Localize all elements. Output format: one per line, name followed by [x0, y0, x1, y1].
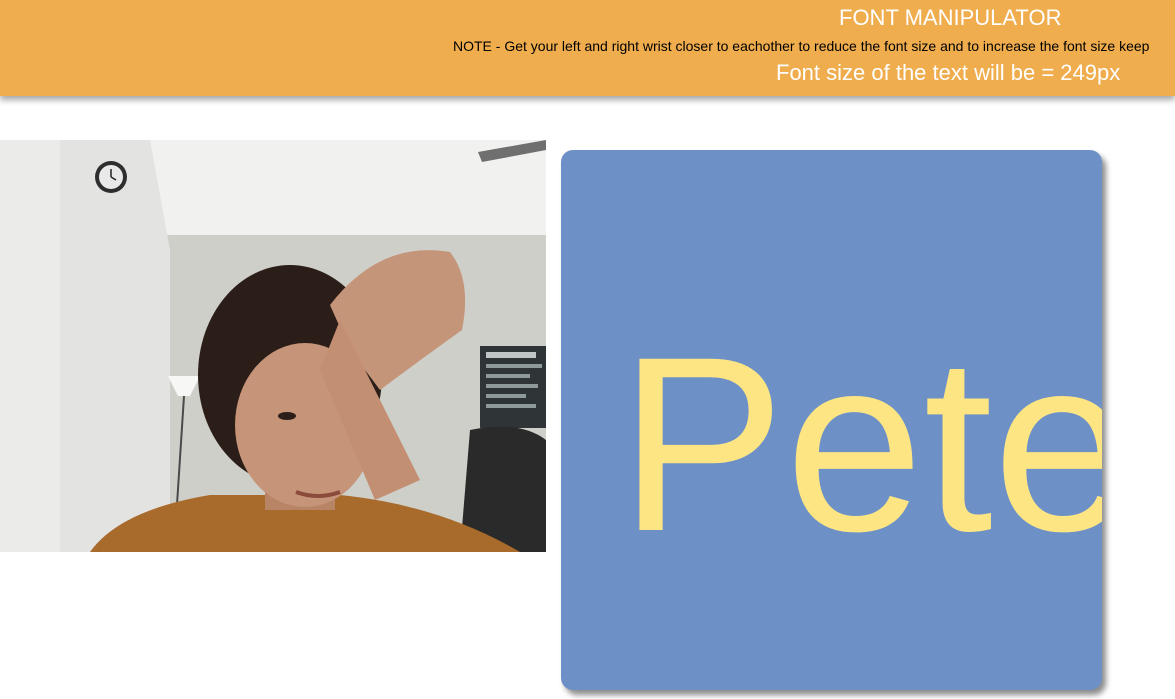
font-size-readout: Font size of the text will be = 249px: [776, 60, 1121, 85]
app-title: FONT MANIPULATOR: [839, 5, 1062, 30]
instruction-note: NOTE - Get your left and right wrist clo…: [453, 38, 1150, 54]
webcam-feed: [0, 140, 546, 552]
webcam-image: [0, 140, 546, 552]
app-header: FONT MANIPULATOR NOTE - Get your left an…: [0, 0, 1175, 96]
font-preview-box: Pete: [561, 150, 1102, 690]
preview-text: Pete: [619, 305, 1102, 583]
